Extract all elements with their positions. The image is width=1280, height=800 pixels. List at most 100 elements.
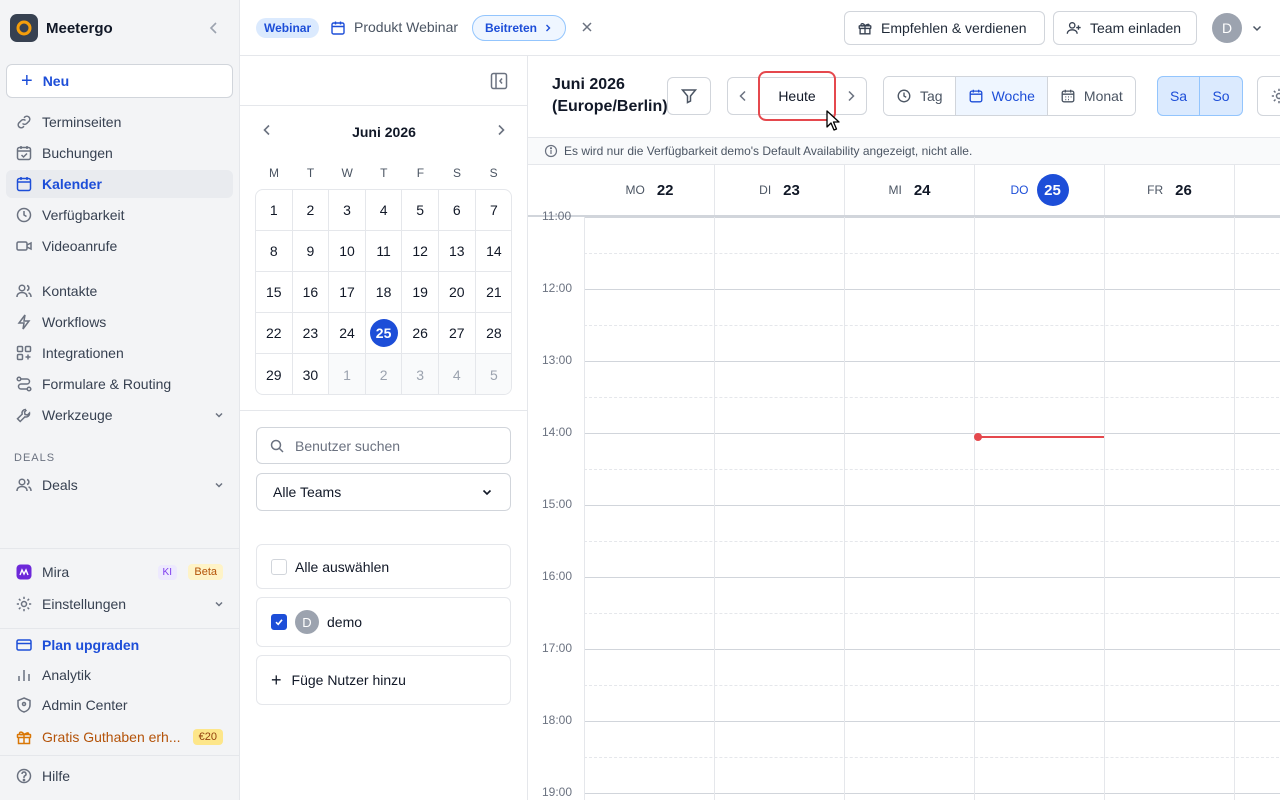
sidebar-item-workflows[interactable]: Workflows [6, 308, 233, 336]
credit-badge: €20 [192, 729, 223, 745]
hour-gridline [584, 361, 1280, 362]
sidebar-item-deals[interactable]: Deals [6, 471, 233, 499]
add-user-button[interactable]: + Füge Nutzer hinzu [256, 655, 511, 705]
user-checkbox[interactable] [271, 614, 287, 630]
sidebar-item-einstellungen[interactable]: Einstellungen [6, 590, 233, 618]
invite-team-button[interactable]: Team einladen [1053, 11, 1197, 45]
day-column-header[interactable]: S [1235, 165, 1280, 215]
mini-calendar-day[interactable]: 30 [293, 354, 330, 394]
divider [240, 410, 528, 411]
panel-collapse-icon[interactable] [490, 72, 508, 90]
mini-calendar-day[interactable]: 16 [292, 272, 330, 313]
new-button[interactable]: + Neu [6, 64, 233, 98]
sidebar-item-kontakte[interactable]: Kontakte [6, 277, 233, 305]
mini-calendar-day[interactable]: 5 [475, 354, 511, 394]
collapse-sidebar-icon[interactable] [206, 20, 222, 36]
sidebar-item-werkzeuge[interactable]: Werkzeuge [6, 401, 233, 429]
mini-calendar-day[interactable]: 4 [365, 190, 403, 231]
select-all-checkbox[interactable] [271, 558, 287, 575]
mini-calendar-day[interactable]: 11 [365, 231, 403, 272]
saturday-toggle[interactable]: Sa [1158, 77, 1200, 115]
mini-calendar-day[interactable]: 20 [439, 272, 476, 313]
mini-calendar-day[interactable]: 5 [402, 190, 439, 231]
mini-calendar-day[interactable]: 14 [475, 231, 511, 272]
mini-calendar-day[interactable]: 26 [402, 313, 439, 354]
mini-calendar-day[interactable]: 22 [256, 313, 293, 354]
sidebar-item-buchungen[interactable]: Buchungen [6, 139, 233, 167]
mini-calendar-day[interactable]: 7 [475, 190, 511, 231]
sidebar-item-gratis-guthaben[interactable]: Gratis Guthaben erh... €20 [6, 723, 233, 751]
calendar-settings-button[interactable] [1257, 76, 1280, 116]
search-input[interactable] [295, 437, 485, 454]
sidebar-item-verfuegbarkeit[interactable]: Verfügbarkeit [6, 201, 233, 229]
mini-calendar-day[interactable]: 9 [292, 231, 330, 272]
mini-calendar-day[interactable]: 12 [402, 231, 439, 272]
sidebar-item-label: Videoanrufe [42, 238, 118, 254]
sidebar-item-mira[interactable]: Mira KI Beta [6, 558, 233, 586]
close-icon[interactable] [580, 20, 594, 34]
next-month-icon[interactable] [494, 123, 508, 137]
recommend-button[interactable]: Empfehlen & verdienen [844, 11, 1045, 45]
mini-calendar-day[interactable]: 2 [365, 354, 403, 394]
mini-calendar-day[interactable]: 4 [439, 354, 476, 394]
sidebar-item-analytik[interactable]: Analytik [6, 661, 233, 689]
mini-calendar-day[interactable]: 18 [365, 272, 403, 313]
mini-calendar-day[interactable]: 6 [439, 190, 476, 231]
sidebar-item-integrationen[interactable]: Integrationen [6, 339, 233, 367]
day-number: 21 [486, 284, 502, 300]
mini-calendar-day[interactable]: 23 [292, 313, 330, 354]
mini-calendar-day[interactable]: 1 [256, 190, 293, 231]
prev-week-icon[interactable] [736, 89, 750, 103]
mini-calendar-day[interactable]: 28 [475, 313, 511, 354]
sidebar-item-formulare-routing[interactable]: Formulare & Routing [6, 370, 233, 398]
day-number: 2 [379, 366, 388, 383]
weekday-label: M [269, 166, 279, 180]
mini-calendar-day[interactable]: 1 [329, 354, 366, 394]
view-month-button[interactable]: Monat [1047, 77, 1135, 115]
join-button[interactable]: Beitreten [472, 15, 567, 41]
mini-calendar-day[interactable]: 10 [329, 231, 366, 272]
day-column-header[interactable]: DO 25 [975, 165, 1105, 215]
mini-calendar-day[interactable]: 8 [256, 231, 293, 272]
select-all-row[interactable]: Alle auswählen [256, 544, 511, 589]
mini-calendar-day[interactable]: 17 [329, 272, 366, 313]
mini-calendar-day[interactable]: 13 [439, 231, 476, 272]
clock-icon [14, 205, 34, 225]
sidebar-item-kalender[interactable]: Kalender [6, 170, 233, 198]
sidebar-item-hilfe[interactable]: Hilfe [6, 762, 233, 790]
hour-label: 17:00 [542, 641, 573, 655]
user-row[interactable]: D demo [256, 597, 511, 647]
mini-calendar-day[interactable]: 24 [329, 313, 366, 354]
mini-calendar-day[interactable]: 29 [256, 354, 293, 394]
sidebar-item-admin-center[interactable]: Admin Center [6, 691, 233, 719]
sunday-toggle[interactable]: So [1200, 77, 1242, 115]
view-week-button[interactable]: Woche [955, 77, 1048, 115]
mini-calendar-day[interactable]: 15 [256, 272, 293, 313]
day-column-header[interactable]: DI 23 [715, 165, 845, 215]
brand[interactable]: Meetergo [10, 14, 230, 42]
sidebar-item-terminseiten[interactable]: Terminseiten [6, 108, 233, 136]
day-column-header[interactable]: FR 26 [1105, 165, 1235, 215]
chevron-down-icon[interactable] [1250, 21, 1264, 35]
sidebar-item-plan-upgraden[interactable]: Plan upgraden [6, 631, 233, 659]
mini-calendar-day[interactable]: 3 [402, 354, 439, 394]
mini-calendar-day[interactable]: 2 [292, 190, 330, 231]
mini-calendar-day[interactable]: 21 [475, 272, 511, 313]
user-avatar[interactable]: D [1212, 13, 1242, 43]
day-column-header[interactable]: MO 22 [585, 165, 715, 215]
user-search[interactable] [256, 427, 511, 464]
view-day-button[interactable]: Tag [884, 77, 956, 115]
meetergo-logo-icon [10, 14, 38, 42]
filter-button[interactable] [667, 77, 711, 115]
hour-gridline [584, 649, 1280, 650]
mini-calendar-day[interactable]: 19 [402, 272, 439, 313]
mini-calendar-day[interactable]: 27 [439, 313, 476, 354]
mini-calendar-day[interactable]: 3 [329, 190, 366, 231]
gear-icon [1270, 87, 1280, 105]
next-week-icon[interactable] [844, 89, 858, 103]
sidebar-item-videoanrufe[interactable]: Videoanrufe [6, 232, 233, 260]
day-column-header[interactable]: MI 24 [845, 165, 975, 215]
mini-calendar-today[interactable]: 25 [365, 313, 403, 354]
team-select[interactable]: Alle Teams [256, 473, 511, 511]
new-button-label: Neu [42, 73, 70, 89]
